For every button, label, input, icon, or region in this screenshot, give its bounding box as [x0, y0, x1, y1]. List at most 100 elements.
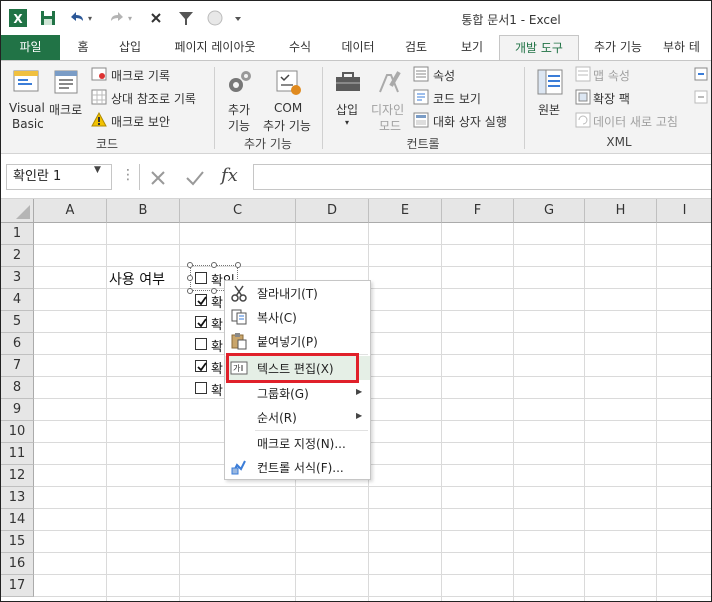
view-code-icon[interactable]: [413, 89, 429, 105]
row-header-6[interactable]: 6: [1, 333, 34, 355]
design-mode-label-1[interactable]: 디자인: [371, 101, 404, 118]
menu-item-paste[interactable]: 붙여넣기(P): [225, 329, 370, 353]
refresh-data-icon[interactable]: [575, 112, 591, 128]
view-code-label[interactable]: 코드 보기: [433, 90, 481, 107]
tab-review[interactable]: 검토: [395, 35, 437, 60]
add-ins-label-1[interactable]: 추가: [228, 101, 250, 118]
insert-toolbox-icon[interactable]: [333, 67, 363, 97]
import-icon[interactable]: [693, 66, 709, 82]
checkbox-4[interactable]: [195, 338, 207, 350]
enter-check-icon[interactable]: [185, 169, 205, 187]
record-macro-icon[interactable]: [91, 66, 107, 82]
menu-item-copy[interactable]: 복사(C): [225, 305, 370, 329]
resize-handle[interactable]: [211, 262, 217, 268]
tab-add-ins[interactable]: 추가 기능: [585, 35, 651, 60]
row-header-12[interactable]: 12: [1, 465, 34, 487]
com-add-ins-label-1[interactable]: COM: [274, 101, 302, 115]
checkbox-2-label[interactable]: 확: [211, 292, 223, 311]
insert-dropdown-arrow-icon[interactable]: ▾: [345, 118, 349, 127]
checkbox-2[interactable]: [195, 294, 207, 306]
xml-source-label[interactable]: 원본: [538, 101, 560, 118]
refresh-data-label[interactable]: 데이터 새로 고침: [593, 113, 678, 130]
column-header-c[interactable]: C: [180, 199, 296, 223]
row-header-15[interactable]: 15: [1, 531, 34, 553]
row-header-2[interactable]: 2: [1, 245, 34, 267]
add-ins-label-2[interactable]: 기능: [228, 117, 250, 134]
row-header-4[interactable]: 4: [1, 289, 34, 311]
checkbox-6[interactable]: [195, 382, 207, 394]
checkbox-5[interactable]: [195, 360, 207, 372]
row-header-1[interactable]: 1: [1, 223, 34, 245]
checkbox-1[interactable]: [195, 272, 207, 284]
checkbox-4-label[interactable]: 확: [211, 336, 223, 355]
cell-b3[interactable]: 사용 여부: [109, 269, 165, 289]
filter-icon[interactable]: [175, 8, 197, 28]
row-header-16[interactable]: 16: [1, 553, 34, 575]
menu-item-format-control[interactable]: 컨트롤 서식(F)...: [225, 455, 370, 479]
column-header-h[interactable]: H: [585, 199, 657, 223]
com-add-ins-icon[interactable]: [273, 67, 303, 97]
column-header-d[interactable]: D: [296, 199, 369, 223]
row-header-8[interactable]: 8: [1, 377, 34, 399]
tab-formulas[interactable]: 수식: [279, 35, 321, 60]
record-macro-label[interactable]: 매크로 기록: [111, 67, 170, 84]
column-header-i[interactable]: I: [657, 199, 711, 223]
column-header-e[interactable]: E: [369, 199, 442, 223]
row-header-13[interactable]: 13: [1, 487, 34, 509]
tab-data[interactable]: 데이터: [335, 35, 381, 60]
export-icon[interactable]: [693, 89, 709, 105]
row-header-3[interactable]: 3: [1, 267, 34, 289]
close-x-icon[interactable]: [147, 8, 165, 28]
row-header-11[interactable]: 11: [1, 443, 34, 465]
select-all-corner[interactable]: [1, 199, 34, 223]
tab-developer[interactable]: 개발 도구: [499, 35, 579, 61]
row-header-5[interactable]: 5: [1, 311, 34, 333]
tab-home[interactable]: 홈: [71, 35, 95, 60]
resize-handle[interactable]: [187, 275, 193, 281]
properties-label[interactable]: 속성: [433, 67, 455, 84]
more-options-icon[interactable]: ⋮: [121, 167, 135, 183]
redo-icon[interactable]: ▾: [107, 8, 135, 28]
expansion-packs-label[interactable]: 확장 팩: [593, 90, 630, 107]
resize-handle[interactable]: [187, 288, 193, 294]
design-mode-label-2[interactable]: 모드: [379, 117, 401, 134]
row-header-14[interactable]: 14: [1, 509, 34, 531]
column-header-g[interactable]: G: [514, 199, 585, 223]
expansion-packs-icon[interactable]: [575, 89, 591, 105]
warning-icon[interactable]: [91, 112, 107, 128]
design-mode-icon[interactable]: [375, 67, 405, 97]
tab-view[interactable]: 보기: [451, 35, 493, 60]
row-header-17[interactable]: 17: [1, 575, 34, 597]
properties-icon[interactable]: [413, 66, 429, 82]
name-box-dropdown-icon[interactable]: ▼: [94, 165, 101, 175]
visual-basic-label-1[interactable]: Visual: [9, 101, 45, 115]
tab-file[interactable]: 파일: [1, 35, 60, 60]
column-header-f[interactable]: F: [442, 199, 514, 223]
macros-label[interactable]: 매크로: [49, 101, 82, 118]
undo-icon[interactable]: ▾: [67, 8, 95, 28]
insert-function-icon[interactable]: fx: [221, 165, 238, 186]
menu-item-grouping[interactable]: 그룹화(G) ▶: [225, 381, 370, 405]
circle-icon[interactable]: [205, 8, 225, 28]
row-header-10[interactable]: 10: [1, 421, 34, 443]
customize-quick-access-icon[interactable]: [231, 8, 245, 28]
checkbox-6-label[interactable]: 확: [211, 380, 223, 399]
resize-handle[interactable]: [187, 262, 193, 268]
row-header-7[interactable]: 7: [1, 355, 34, 377]
map-properties-label[interactable]: 맵 속성: [593, 67, 630, 84]
menu-item-cut[interactable]: 잘라내기(T): [225, 281, 370, 305]
xml-source-icon[interactable]: [535, 67, 565, 97]
relative-reference-icon[interactable]: [91, 89, 107, 105]
cancel-icon[interactable]: [149, 169, 167, 187]
formula-input[interactable]: [253, 164, 711, 190]
run-dialog-icon[interactable]: [413, 112, 429, 128]
tab-page-layout[interactable]: 페이지 레이아웃: [166, 35, 264, 60]
menu-item-assign-macro[interactable]: 매크로 지정(N)...: [225, 431, 370, 455]
visual-basic-label-2[interactable]: Basic: [12, 117, 44, 131]
macro-security-label[interactable]: 매크로 보안: [111, 113, 170, 130]
tab-insert[interactable]: 삽입: [109, 35, 151, 60]
run-dialog-label[interactable]: 대화 상자 실행: [433, 113, 507, 130]
menu-item-order[interactable]: 순서(R) ▶: [225, 405, 370, 429]
resize-handle[interactable]: [235, 262, 241, 268]
column-header-a[interactable]: A: [34, 199, 107, 223]
